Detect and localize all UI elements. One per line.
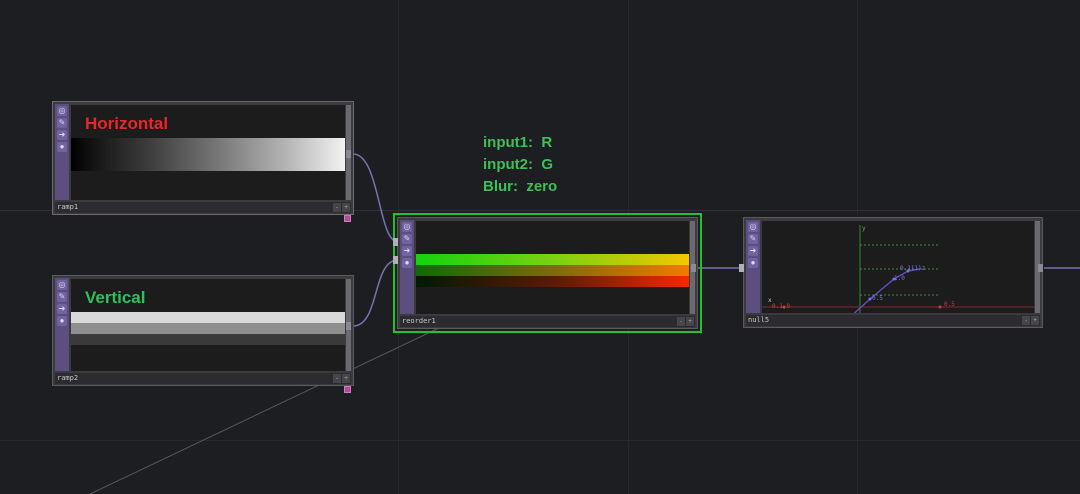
output-connector[interactable] <box>346 150 351 158</box>
null5-graph <box>762 225 1034 313</box>
node-footer: reorder1 - + <box>400 316 695 327</box>
pin-icon[interactable]: ✎ <box>748 234 758 244</box>
horizontal-ramp-preview <box>71 138 345 171</box>
node-null5[interactable]: ◎ ✎ ➜ ● y x 0.1,0 0.5 0.5 1.0 0.1(1)z nu… <box>743 217 1043 328</box>
bypass-icon[interactable]: ● <box>402 258 412 268</box>
minimize-icon[interactable]: - <box>333 203 341 212</box>
pin-icon[interactable]: ✎ <box>402 234 412 244</box>
vertical-ramp-band-1 <box>71 312 345 323</box>
output-connector[interactable] <box>691 264 696 272</box>
graph-label: 0.5 <box>872 295 883 302</box>
input-connector[interactable] <box>739 264 744 272</box>
reorder-band-3 <box>416 276 689 287</box>
node-side-panel: ◎ ✎ ➜ ● <box>55 104 69 200</box>
node-flag-icon[interactable] <box>344 215 351 222</box>
annotation-text: input1: R input2: G Blur: zero <box>483 132 557 198</box>
vertical-ramp-band-2 <box>71 323 345 334</box>
node-footer: ramp2 - + <box>55 373 351 384</box>
arrow-icon[interactable]: ➜ <box>402 246 412 256</box>
graph-label: 0.5 <box>944 301 955 308</box>
node-flag-icon[interactable] <box>344 386 351 393</box>
bypass-icon[interactable]: ● <box>57 316 67 326</box>
node-title-label: Horizontal <box>85 114 169 133</box>
output-connector[interactable] <box>346 322 351 330</box>
annotation-line: input2: G <box>483 156 553 173</box>
viewer-icon[interactable]: ◎ <box>402 222 412 232</box>
pin-icon[interactable]: ✎ <box>57 118 67 128</box>
viewer-icon[interactable]: ◎ <box>748 222 758 232</box>
node-ramp2[interactable]: ◎ ✎ ➜ ● Vertical ramp2 - + <box>52 275 354 386</box>
arrow-icon[interactable]: ➜ <box>57 130 67 140</box>
expand-icon[interactable]: + <box>342 203 350 212</box>
wire-ramp2-to-reorder1 <box>352 259 399 327</box>
expand-icon[interactable]: + <box>1031 316 1039 325</box>
graph-axis-label: y <box>862 225 866 232</box>
graph-label: 0.1,0 <box>772 303 791 310</box>
annotation-line: Blur: zero <box>483 178 558 195</box>
viewer-icon[interactable]: ◎ <box>57 280 67 290</box>
minimize-icon[interactable]: - <box>677 317 685 326</box>
node-name-label: ramp1 <box>57 203 79 211</box>
node-footer: ramp1 - + <box>55 202 351 213</box>
wire-ramp1-to-reorder1 <box>352 153 399 243</box>
bypass-icon[interactable]: ● <box>748 258 758 268</box>
pin-icon[interactable]: ✎ <box>57 292 67 302</box>
output-connector[interactable] <box>1038 264 1043 272</box>
node-side-panel: ◎ ✎ ➜ ● <box>55 278 69 371</box>
bypass-icon[interactable]: ● <box>57 142 67 152</box>
graph-label: 1.0 <box>894 275 905 282</box>
minimize-icon[interactable]: - <box>333 374 341 383</box>
reorder-band-1 <box>416 254 689 265</box>
annotation-line: input1: R <box>483 134 553 151</box>
minimize-icon[interactable]: - <box>1022 316 1030 325</box>
node-viewer: Horizontal <box>71 105 345 200</box>
node-side-panel: ◎ ✎ ➜ ● <box>400 220 414 314</box>
node-title-label: Vertical <box>85 288 146 307</box>
input-connector[interactable] <box>393 238 398 246</box>
graph-label: 0.1(1)z <box>900 265 926 272</box>
node-viewer <box>416 221 689 314</box>
expand-icon[interactable]: + <box>686 317 694 326</box>
network-editor-canvas[interactable]: ◎ ✎ ➜ ● Horizontal ramp1 - + ◎ ✎ ➜ ● Vert… <box>0 0 1080 494</box>
node-viewer: y x 0.1,0 0.5 0.5 1.0 0.1(1)z <box>762 221 1034 313</box>
node-ramp1[interactable]: ◎ ✎ ➜ ● Horizontal ramp1 - + <box>52 101 354 215</box>
expand-icon[interactable]: + <box>342 374 350 383</box>
node-side-panel: ◎ ✎ ➜ ● <box>746 220 760 313</box>
arrow-icon[interactable]: ➜ <box>57 304 67 314</box>
arrow-icon[interactable]: ➜ <box>748 246 758 256</box>
node-name-label: ramp2 <box>57 374 79 382</box>
node-viewer: Vertical <box>71 279 345 371</box>
node-name-label: null5 <box>748 316 770 324</box>
viewer-icon[interactable]: ◎ <box>57 106 67 116</box>
input-connector[interactable] <box>393 256 398 264</box>
reorder-band-2 <box>416 265 689 276</box>
node-footer: null5 - + <box>746 315 1040 326</box>
node-name-label: reorder1 <box>402 317 436 325</box>
node-reorder1[interactable]: ◎ ✎ ➜ ● reorder1 - + <box>393 213 702 333</box>
vertical-ramp-band-3 <box>71 334 345 345</box>
